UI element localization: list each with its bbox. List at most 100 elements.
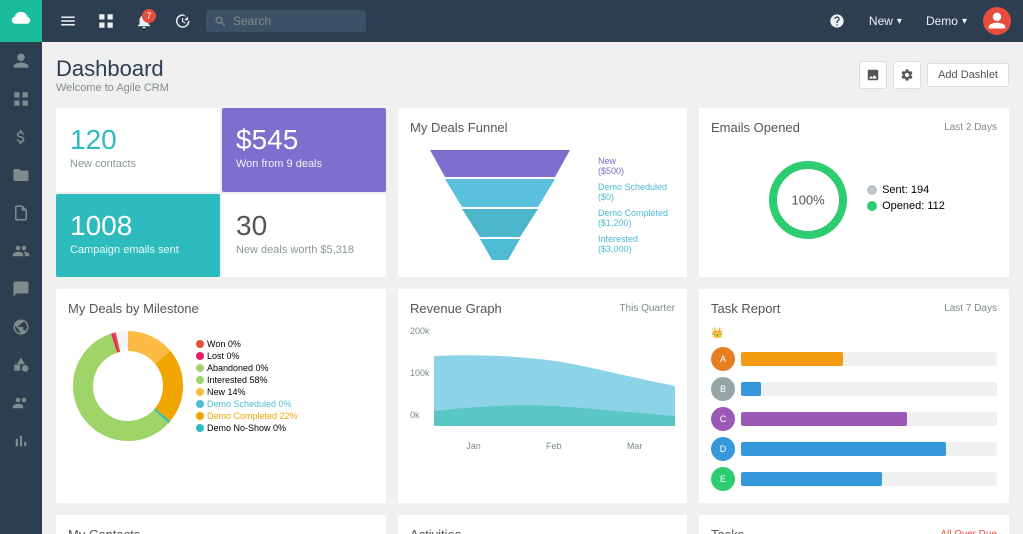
- sidebar-item-team[interactable]: [0, 232, 42, 270]
- new-contacts-label: New contacts: [70, 158, 206, 170]
- task-report-crown: 👑: [711, 326, 997, 341]
- revenue-y-axis: 200k 100k 0k: [410, 326, 430, 436]
- revenue-subtitle: This Quarter: [619, 303, 675, 314]
- legend-won: Won 0%: [196, 339, 298, 349]
- milestone-svg: [68, 326, 188, 446]
- emails-header: Emails Opened Last 2 Days: [711, 120, 997, 135]
- revenue-x-feb: Feb: [546, 441, 562, 451]
- milestone-title: My Deals by Milestone: [68, 301, 199, 316]
- sidebar-item-people[interactable]: [0, 42, 42, 80]
- demo-dropdown-icon: ▾: [962, 16, 967, 27]
- task-bar-container-4: [741, 442, 997, 456]
- sidebar-item-grid[interactable]: [0, 80, 42, 118]
- task-row-5: E: [711, 467, 997, 491]
- tasks-title: Tasks: [711, 527, 744, 534]
- sidebar: [0, 0, 42, 534]
- page-title-block: Dashboard Welcome to Agile CRM: [56, 56, 169, 94]
- task-row-4: D: [711, 437, 997, 461]
- search-box[interactable]: [206, 10, 366, 32]
- page-subtitle: Welcome to Agile CRM: [56, 82, 169, 94]
- sidebar-item-dollar[interactable]: [0, 118, 42, 156]
- task-avatar-4: D: [711, 437, 735, 461]
- donut-chart: 100%: [763, 155, 853, 245]
- donut-legend: Sent: 194 Opened: 112: [867, 184, 945, 216]
- emails-subtitle: Last 2 Days: [944, 122, 997, 133]
- contacts-title: My Contacts: [68, 527, 140, 534]
- task-bar-4: [741, 442, 946, 456]
- dashboard-row1: 120 New contacts $545 Won from 9 deals 1…: [56, 108, 1009, 277]
- sidebar-item-doc[interactable]: [0, 194, 42, 232]
- sidebar-item-box[interactable]: [0, 346, 42, 384]
- sidebar-item-folder[interactable]: [0, 156, 42, 194]
- page-header: Dashboard Welcome to Agile CRM Add Dashl…: [56, 56, 1009, 94]
- topbar-notification-wrap: 7: [130, 7, 158, 35]
- milestone-dot-new: [196, 388, 204, 396]
- tasks-header: Tasks All Over Due: [711, 527, 997, 534]
- new-deals-label: New deals worth $5,318: [236, 244, 372, 256]
- task-bar-container-2: [741, 382, 997, 396]
- emails-panel: Emails Opened Last 2 Days 100% Sent: 194: [699, 108, 1009, 277]
- legend-opened: Opened: 112: [867, 200, 945, 212]
- dashlet-settings-icon[interactable]: [893, 61, 921, 89]
- task-report-header: Task Report Last 7 Days: [711, 301, 997, 316]
- activities-title: Activities: [410, 527, 461, 534]
- task-bar-3: [741, 412, 907, 426]
- revenue-y-0k: 0k: [410, 410, 430, 420]
- topbar-history-icon[interactable]: [168, 7, 196, 35]
- legend-opened-text: Opened: 112: [882, 200, 945, 212]
- won-value: $545: [236, 126, 372, 154]
- topbar-menu-icon[interactable]: [54, 7, 82, 35]
- legend-sent-text: Sent: 194: [882, 184, 929, 196]
- legend-sent-dot: [867, 185, 877, 195]
- revenue-chart-area: Jan Feb Mar: [434, 326, 675, 451]
- task-row-3: C: [711, 407, 997, 431]
- funnel-label-completed: Demo Completed($1,200): [598, 208, 668, 228]
- sidebar-item-analytics[interactable]: [0, 422, 42, 460]
- topbar-grid-icon[interactable]: [92, 7, 120, 35]
- task-bar-container-5: [741, 472, 997, 486]
- new-dropdown-icon: ▾: [897, 16, 902, 27]
- milestone-dot-abandoned: [196, 364, 204, 372]
- search-input[interactable]: [233, 14, 353, 28]
- dashlet-img-icon[interactable]: [859, 61, 887, 89]
- sidebar-item-globe[interactable]: [0, 308, 42, 346]
- revenue-header: Revenue Graph This Quarter: [410, 301, 675, 316]
- task-bar-container-1: [741, 352, 997, 366]
- demo-button[interactable]: Demo ▾: [918, 10, 975, 32]
- topbar: 7 New ▾ Demo ▾: [42, 0, 1023, 42]
- revenue-x-jan: Jan: [466, 441, 481, 451]
- legend-new: New 14%: [196, 387, 298, 397]
- funnel-label-interested: Interested($3,000): [598, 234, 668, 254]
- legend-lost: Lost 0%: [196, 351, 298, 361]
- notification-badge: 7: [142, 9, 156, 23]
- milestone-dot-noshow: [196, 424, 204, 432]
- donut-percent: 100%: [791, 193, 824, 208]
- new-button[interactable]: New ▾: [861, 10, 910, 32]
- user-avatar[interactable]: [983, 7, 1011, 35]
- add-dashlet-button[interactable]: Add Dashlet: [927, 63, 1009, 87]
- main-content: Dashboard Welcome to Agile CRM Add Dashl…: [42, 42, 1023, 534]
- campaign-value: 1008: [70, 212, 206, 240]
- sidebar-item-network[interactable]: [0, 384, 42, 422]
- help-button[interactable]: [821, 9, 853, 33]
- sidebar-logo[interactable]: [0, 0, 42, 42]
- tasks-panel: Tasks All Over Due Call for Demo Call Fr…: [699, 515, 1009, 534]
- campaign-emails-card: 1008 Campaign emails sent: [56, 194, 220, 278]
- funnel-content: New($500) Demo Scheduled($0) Demo Comple…: [410, 145, 675, 265]
- new-contacts-value: 120: [70, 126, 206, 154]
- legend-demo-completed: Demo Completed 22%: [196, 411, 298, 421]
- tasks-overdue-label: All Over Due: [940, 529, 997, 534]
- new-deals-card: 30 New deals worth $5,318: [222, 194, 386, 278]
- funnel-label-scheduled: Demo Scheduled($0): [598, 182, 668, 202]
- milestone-dot-completed: [196, 412, 204, 420]
- campaign-label: Campaign emails sent: [70, 244, 206, 256]
- milestone-legend: Won 0% Lost 0% Abandoned 0% Interested 5…: [196, 339, 298, 433]
- task-report-subtitle: Last 7 Days: [944, 303, 997, 314]
- sidebar-item-chat[interactable]: [0, 270, 42, 308]
- donut-container: 100% Sent: 194 Opened: 112: [711, 145, 997, 255]
- activities-panel: Activities ✉ Email subject - Agile CRM |…: [398, 515, 687, 534]
- task-row-1: A: [711, 347, 997, 371]
- revenue-title: Revenue Graph: [410, 301, 502, 316]
- funnel-svg: [410, 145, 590, 265]
- revenue-y-200k: 200k: [410, 326, 430, 336]
